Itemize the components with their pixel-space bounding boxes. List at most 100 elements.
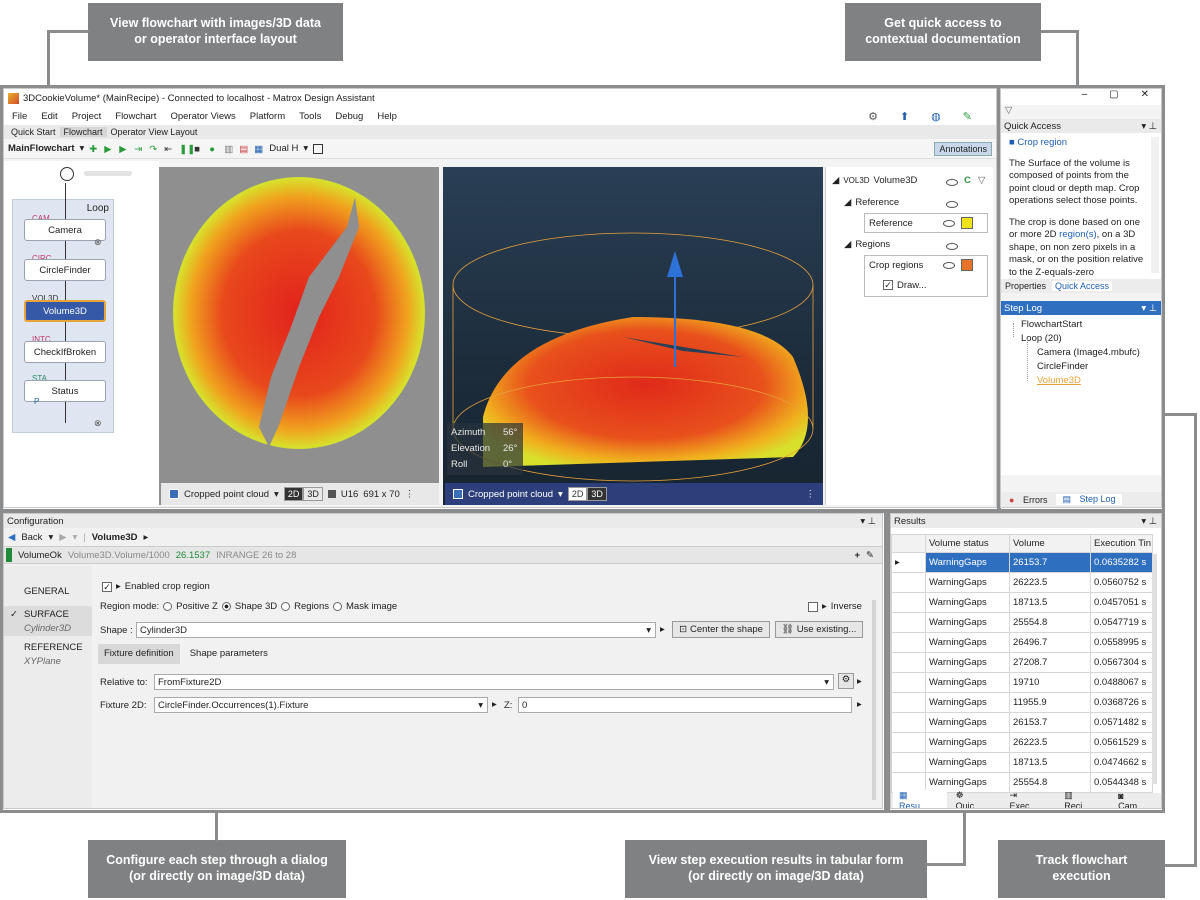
dropdown-arrow-icon[interactable]: ▾	[80, 143, 85, 154]
row-selector[interactable]	[891, 672, 926, 693]
breadcrumb-arrow-icon[interactable]: ▸	[144, 532, 149, 543]
view-2d-source[interactable]: Cropped point cloud	[184, 489, 269, 500]
more-options-icon[interactable]: ⋮	[806, 489, 816, 500]
table-row[interactable]: WarningGaps 26223.5 0.0561529 s	[891, 732, 1153, 753]
tree-item-reference[interactable]: Reference	[864, 213, 988, 233]
radio-regions[interactable]	[281, 602, 291, 611]
add-step-icon[interactable]: ✚	[89, 144, 99, 155]
radio-mask-image[interactable]	[333, 602, 342, 611]
expand-arrow-icon[interactable]: ▸	[116, 581, 121, 592]
pin-icon[interactable]: ▾ ⊥	[1141, 303, 1157, 314]
collapse-arrow-icon[interactable]: ◢	[844, 197, 851, 208]
row-selector[interactable]	[891, 692, 926, 713]
zoom-slider[interactable]	[84, 171, 132, 176]
row-selector[interactable]: ▸	[891, 552, 926, 573]
results-scrollbar[interactable]	[1152, 554, 1157, 784]
filter-icon[interactable]: ▽	[978, 175, 985, 186]
flow-node-checkifbroken[interactable]: CheckIfBroken	[24, 341, 106, 363]
dropdown-arrow-icon[interactable]: ▾	[73, 532, 78, 543]
expand-arrow-icon[interactable]: ▸	[857, 676, 862, 687]
enable-crop-checkbox[interactable]: ✓	[102, 581, 112, 592]
refresh-icon[interactable]: C	[964, 175, 971, 186]
dropdown-arrow-icon[interactable]: ▾	[274, 489, 279, 500]
radio-positive-z[interactable]	[163, 602, 173, 611]
chart-icon[interactable]: ▥	[224, 144, 234, 155]
menu-flowchart[interactable]: Flowchart	[115, 111, 156, 122]
flowchart-start-node[interactable]	[60, 167, 74, 181]
row-selector[interactable]	[891, 572, 926, 593]
menu-project[interactable]: Project	[72, 111, 102, 122]
dropdown-arrow-icon[interactable]: ▾	[558, 489, 563, 500]
tree-item-crop-regions[interactable]: Crop regions ✓ Draw...	[864, 255, 988, 297]
expand-arrow-icon[interactable]: ▸	[822, 601, 827, 612]
flowchart-selector[interactable]: MainFlowchart	[8, 143, 75, 154]
table-row[interactable]: WarningGaps 18713.5 0.0474662 s	[891, 752, 1153, 773]
run-to-icon[interactable]: ▶	[104, 144, 114, 155]
nav-reference[interactable]: REFERENCE	[24, 642, 83, 653]
tab-recipes[interactable]: ▥ Reci...	[1058, 790, 1109, 808]
row-selector[interactable]	[891, 752, 926, 773]
visibility-eye-icon[interactable]	[946, 179, 958, 186]
config-breadcrumb[interactable]: Volume3D	[92, 532, 138, 543]
dropdown-arrow-icon[interactable]: ▾	[48, 532, 53, 543]
row-selector[interactable]	[891, 612, 926, 633]
use-existing-button[interactable]: ⛓ Use existing...	[775, 621, 863, 638]
dropdown-arrow-icon[interactable]: ▾	[824, 677, 829, 688]
tab-shape-parameters[interactable]: Shape parameters	[180, 644, 278, 664]
image-2d-view[interactable]	[159, 167, 439, 505]
close-icon[interactable]: ✕	[1141, 89, 1149, 105]
pin-icon[interactable]: ▾ ⊥	[1141, 516, 1157, 527]
tab-cameras[interactable]: ◙ Cam...	[1112, 791, 1161, 809]
config-scrollbar[interactable]	[872, 600, 876, 800]
tab-fixture-definition[interactable]: Fixture definition	[98, 644, 180, 664]
collapse-arrow-icon[interactable]: ◢	[832, 175, 839, 186]
menu-tools[interactable]: Tools	[299, 111, 321, 122]
tab-errors[interactable]: ● Errors	[1003, 495, 1053, 505]
flow-node-circlefinder[interactable]: CircleFinder	[24, 259, 106, 281]
step-log-item-current[interactable]: Volume3D	[1037, 375, 1081, 386]
frame-toggle-icon[interactable]	[313, 143, 324, 154]
minimize-icon[interactable]: –	[1082, 89, 1088, 105]
dual-view-icon[interactable]: ▦	[254, 144, 264, 155]
table-row[interactable]: WarningGaps 11955.9 0.0368726 s	[891, 692, 1153, 713]
column-header[interactable]: Execution Tin	[1090, 534, 1153, 553]
pin-icon[interactable]: ▾ ⊥	[860, 516, 876, 527]
back-arrow-icon[interactable]: ◀	[8, 532, 15, 543]
table-row[interactable]: ▸ WarningGaps 26153.7 0.0635282 s	[891, 552, 1153, 573]
column-header[interactable]: Volume	[1009, 534, 1091, 553]
pause-icon[interactable]: ❚❚	[179, 144, 195, 155]
dropdown-arrow-icon[interactable]: ▾	[303, 143, 308, 154]
view-3d-source[interactable]: Cropped point cloud	[468, 489, 553, 500]
row-selector[interactable]	[891, 712, 926, 733]
maximize-icon[interactable]: ▢	[1109, 89, 1118, 105]
upload-arrow-icon[interactable]: ⬆	[900, 110, 909, 123]
collapse-arrow-icon[interactable]: ◢	[844, 239, 851, 250]
z-input[interactable]: 0	[518, 697, 852, 713]
step-log-item[interactable]: FlowchartStart	[1021, 319, 1082, 330]
gear-icon[interactable]: ⚙	[838, 673, 854, 689]
visibility-eye-icon[interactable]	[943, 262, 955, 269]
mode-2d-button[interactable]: 2D	[283, 487, 304, 501]
tab-execution[interactable]: ⇥ Exec...	[1003, 790, 1055, 808]
reference-color-swatch[interactable]	[961, 217, 973, 229]
add-icon[interactable]: +	[854, 550, 860, 561]
annotations-button[interactable]: Annotations	[934, 141, 992, 156]
row-selector[interactable]	[891, 632, 926, 653]
breakpoint-icon[interactable]: ●	[209, 144, 219, 155]
scrollbar[interactable]	[1151, 137, 1159, 273]
tab-step-log[interactable]: ▤ Step Log	[1056, 494, 1122, 505]
fixture-2d-select[interactable]: CircleFinder.Occurrences(1).Fixture ▾	[154, 697, 488, 713]
table-row[interactable]: WarningGaps 26223.5 0.0560752 s	[891, 572, 1153, 593]
row-selector[interactable]	[891, 592, 926, 613]
tab-results[interactable]: ▦ Resu...	[893, 790, 947, 808]
expand-arrow-icon[interactable]: ▸	[660, 624, 665, 635]
nav-surface[interactable]: ✓ SURFACE Cylinder3D	[4, 606, 92, 636]
tab-quick-access[interactable]: Quick Access	[1052, 281, 1113, 291]
expand-arrow-icon[interactable]: ▸	[492, 699, 497, 710]
dropdown-arrow-icon[interactable]: ▾	[646, 625, 651, 636]
globe-icon[interactable]: ◍	[931, 110, 941, 123]
filter-icon[interactable]: ▽	[1001, 105, 1161, 119]
table-row[interactable]: WarningGaps 19710 0.0488067 s	[891, 672, 1153, 693]
row-selector[interactable]	[891, 732, 926, 753]
table-row[interactable]: WarningGaps 25554.8 0.0547719 s	[891, 612, 1153, 633]
